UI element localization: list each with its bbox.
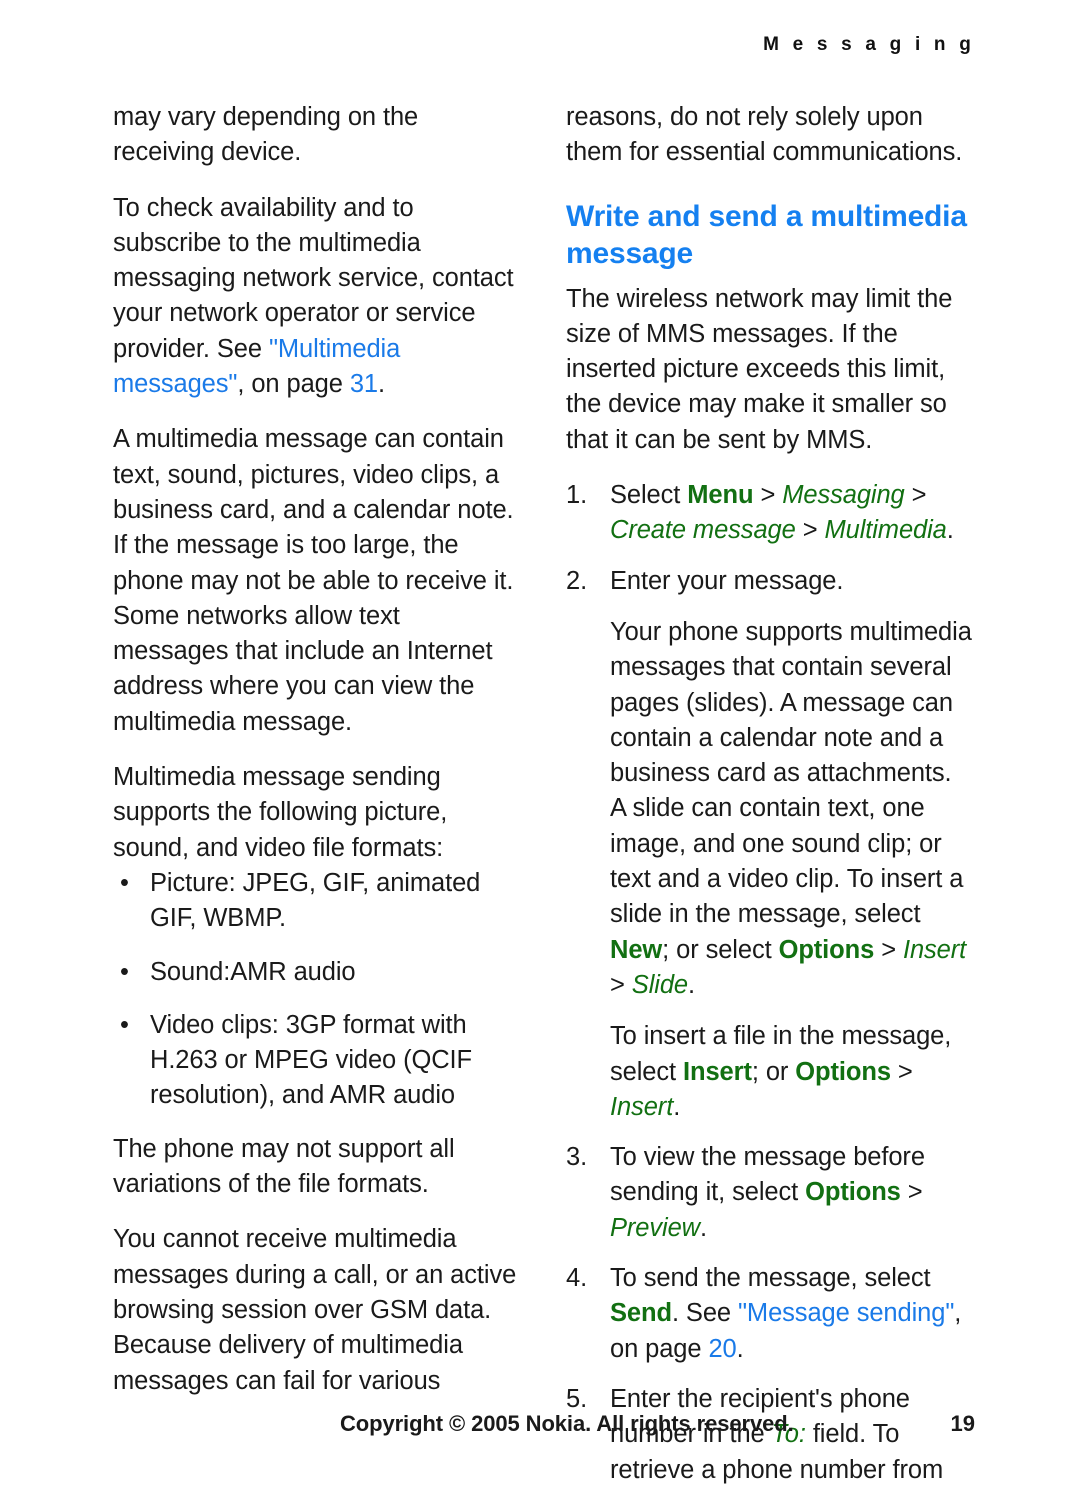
body-paragraph: Multimedia message sending supports the … — [113, 760, 519, 866]
text-run: You cannot receive multimedia messages d… — [113, 1225, 517, 1395]
text-run: . — [377, 370, 385, 399]
body-paragraph: A multimedia message can contain text, s… — [113, 422, 519, 740]
body-paragraph: To check availability and to subscribe t… — [113, 191, 519, 403]
left-column: may vary depending on the receiving devi… — [113, 100, 519, 1395]
page-number: 19 — [950, 1411, 975, 1436]
bullet-icon: • — [120, 957, 129, 986]
list-item-label: Sound:AMR audio — [150, 957, 356, 986]
ui-element-reference: Options — [795, 1057, 891, 1086]
paragraph-wireless-limit: The wireless network may limit the size … — [566, 282, 972, 458]
left-column-paragraphs-after: The phone may not support all variations… — [113, 1132, 519, 1399]
list-item-label: Enter your message. — [610, 567, 843, 595]
body-paragraph: may vary depending on the receiving devi… — [113, 100, 519, 171]
text-run: . — [673, 1092, 681, 1121]
ui-menu-reference: Insert — [902, 935, 967, 964]
list-item-sub-paragraph: Your phone supports multimedia messages … — [610, 615, 972, 1003]
list-item-number: 2. — [566, 566, 588, 595]
list-item-label: To send the message, select Send. See "M… — [610, 1264, 961, 1363]
text-run: . — [687, 970, 695, 999]
bullet-icon: • — [120, 868, 129, 897]
write-send-steps-list: 1. Select Menu > Messaging > Create messa… — [566, 478, 972, 1488]
text-run: ; or select — [662, 935, 779, 964]
list-item-label: Video clips: 3GP format with H.263 or MP… — [150, 1010, 473, 1110]
body-paragraph: The phone may not support all variations… — [113, 1132, 519, 1203]
right-column: reasons, do not rely solely upon them fo… — [566, 100, 972, 1484]
list-item-number: 1. — [566, 481, 588, 510]
list-item-number: 3. — [566, 1143, 588, 1172]
list-item: 3. To view the message before sending it,… — [566, 1140, 972, 1246]
file-format-bullet-list: • Picture: JPEG, GIF, animated GIF, WBMP.… — [113, 866, 519, 1114]
list-item-number: 4. — [566, 1264, 588, 1293]
menu-separator: > — [753, 481, 783, 510]
ui-menu-reference: Slide — [631, 970, 688, 999]
cross-reference-link[interactable]: 20 — [708, 1335, 736, 1363]
menu-separator: > — [874, 935, 903, 964]
list-item: 1. Select Menu > Messaging > Create messa… — [566, 478, 972, 549]
ui-menu-reference: Create message — [610, 516, 796, 545]
ui-element-reference: Insert — [683, 1057, 752, 1086]
text-run: . — [700, 1213, 707, 1242]
ui-element-reference: Options — [778, 935, 875, 964]
list-item: • Picture: JPEG, GIF, animated GIF, WBMP. — [113, 866, 519, 937]
page-title: Write and send a multimedia message — [566, 199, 967, 271]
text-run: The phone may not support all variations… — [113, 1134, 455, 1199]
text-run: Multimedia message sending supports the … — [113, 763, 448, 862]
paragraph-reasons-continued: reasons, do not rely solely upon them fo… — [566, 100, 972, 171]
ui-element-reference: Options — [805, 1178, 901, 1207]
text-run: A multimedia message can contain text, s… — [113, 425, 514, 736]
ui-element-reference: New — [610, 935, 663, 964]
text-run: The wireless network may limit the size … — [566, 284, 953, 454]
ui-menu-reference: Messaging — [782, 481, 905, 510]
two-column-body: may vary depending on the receiving devi… — [113, 100, 973, 1484]
manual-page: M e s s a g i n g may vary depending on … — [0, 0, 1080, 1496]
ui-menu-reference: Insert — [610, 1092, 674, 1121]
left-column-paragraphs: may vary depending on the receiving devi… — [113, 100, 519, 866]
page-footer: Copyright © 2005 Nokia. All rights reser… — [113, 1411, 975, 1441]
text-run: ; or — [751, 1057, 796, 1086]
ui-element-reference: Send — [610, 1299, 672, 1328]
text-run: , on page — [237, 370, 350, 399]
list-item-label: Picture: JPEG, GIF, animated GIF, WBMP. — [150, 868, 481, 933]
ui-menu-reference: Preview — [610, 1213, 700, 1242]
menu-separator: > — [890, 1057, 913, 1086]
text-run: Your phone supports multimedia messages … — [610, 617, 972, 929]
text-run: . — [736, 1334, 744, 1363]
menu-separator: > — [900, 1178, 923, 1207]
text-run: . See — [671, 1299, 738, 1328]
menu-separator: > — [610, 970, 632, 999]
text-run: may vary depending on the receiving devi… — [113, 103, 419, 167]
list-item-label: To view the message before sending it, s… — [610, 1143, 925, 1242]
cross-reference-link[interactable]: 31 — [350, 370, 378, 398]
list-item: 4. To send the message, select Send. See … — [566, 1261, 972, 1367]
cross-reference-link[interactable]: "Message sending" — [738, 1299, 954, 1327]
text-run: Enter your message. — [610, 566, 844, 595]
ui-menu-reference: Multimedia — [824, 516, 947, 545]
menu-separator: > — [904, 481, 927, 510]
text-run: reasons, do not rely solely upon them fo… — [566, 103, 963, 167]
running-header-chapter: M e s s a g i n g — [763, 34, 975, 55]
list-item: • Sound:AMR audio — [113, 955, 519, 990]
list-item-sub-paragraph: To insert a file in the message, select … — [610, 1019, 972, 1125]
list-item-label: Select Menu > Messaging > Create message… — [610, 481, 954, 544]
ui-element-reference: Menu — [687, 481, 754, 510]
list-item: • Video clips: 3GP format with H.263 or M… — [113, 1008, 519, 1114]
text-run: To send the message, select — [610, 1264, 931, 1293]
text-run: . — [946, 516, 954, 545]
copyright-notice: Copyright © 2005 Nokia. All rights reser… — [340, 1411, 794, 1436]
bullet-icon: • — [120, 1010, 129, 1039]
text-run: Select — [610, 481, 688, 510]
menu-separator: > — [795, 516, 825, 545]
body-paragraph: You cannot receive multimedia messages d… — [113, 1222, 519, 1398]
list-item: 2. Enter your message. Your phone supports… — [566, 564, 972, 1125]
